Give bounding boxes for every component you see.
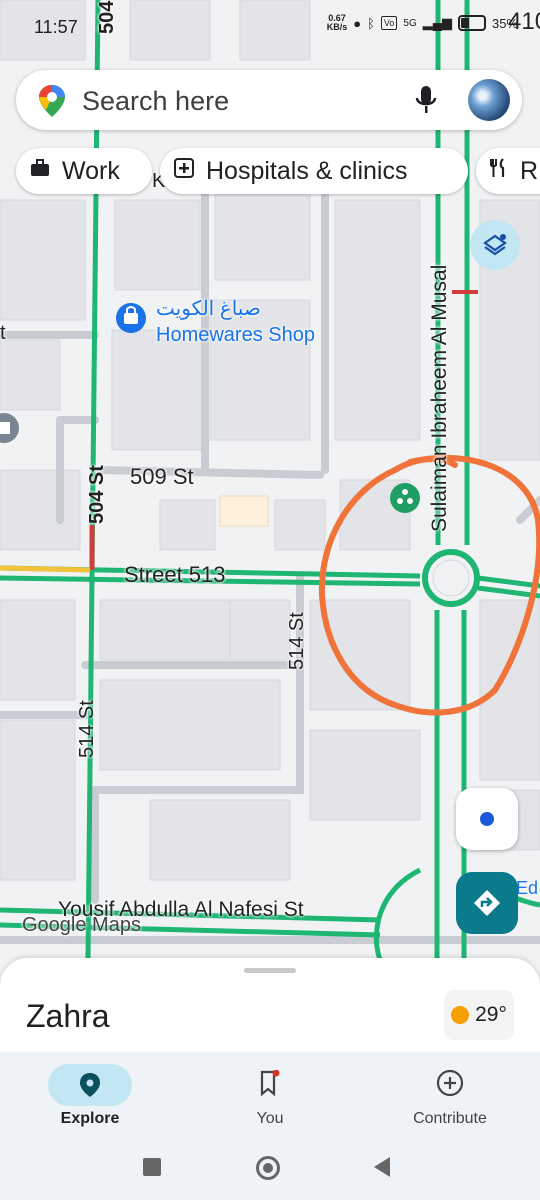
battery-level: 35%: [491, 15, 518, 31]
restaurant-icon: [490, 158, 508, 184]
place-pin-icon[interactable]: [390, 483, 420, 513]
street-label-504: 504 St: [86, 465, 108, 524]
sun-icon: [451, 1006, 470, 1024]
street-label-509: 509 St: [130, 464, 194, 489]
street-label-513: Street 513: [124, 562, 226, 587]
map-label-edge-ed: Ed: [516, 878, 539, 898]
street-label-sulaiman: Sulaiman Ibraheem Al Musal: [428, 264, 451, 532]
shop-pin-icon[interactable]: [116, 303, 146, 333]
layers-button[interactable]: [470, 220, 520, 270]
place-name: Zahra: [26, 998, 110, 1034]
explore-icon: [48, 1064, 132, 1106]
briefcase-icon: [30, 159, 50, 183]
weather-badge[interactable]: 29°: [444, 990, 514, 1040]
battery-icon: [457, 15, 486, 31]
signal-label: 5G: [403, 17, 417, 29]
bottom-sheet[interactable]: Zahra 29°: [0, 958, 540, 1058]
map-label-edge-t: t: [0, 322, 6, 344]
search-bar[interactable]: Search here: [16, 70, 522, 130]
temperature: 29°: [475, 1003, 507, 1026]
sheet-handle[interactable]: [244, 968, 296, 973]
bookmark-icon: [258, 1069, 282, 1101]
chip-hospitals[interactable]: Hospitals & clinics: [160, 148, 468, 194]
chip-restaurants[interactable]: R: [476, 148, 540, 194]
location-icon: ●: [353, 15, 362, 31]
chip-work[interactable]: Work: [16, 148, 152, 194]
maps-pin-icon: [39, 85, 65, 117]
tab-explore[interactable]: Explore: [20, 1060, 160, 1128]
recents-button[interactable]: [143, 1158, 161, 1176]
shop-label-english[interactable]: Homewares Shop: [156, 324, 315, 347]
status-icons: 0.67 KB/s ● ᛒ Vo 5G ▂▄▆ 35%: [327, 14, 518, 32]
shop-label-arabic[interactable]: صباغ الكويت: [156, 296, 261, 321]
bottom-navigation: Explore You Contribute: [0, 1052, 540, 1136]
add-circle-icon: [436, 1069, 464, 1102]
back-button[interactable]: [372, 1156, 392, 1178]
search-placeholder[interactable]: Search here: [82, 86, 229, 117]
volte-icon: Vo: [380, 16, 398, 30]
tab-you[interactable]: You: [200, 1060, 340, 1128]
my-location-icon: [480, 812, 494, 826]
directions-button[interactable]: [456, 872, 518, 934]
layers-icon: [483, 234, 507, 256]
bluetooth-icon: ᛒ: [367, 15, 375, 31]
system-navigation: [0, 1136, 540, 1200]
status-bar: 11:57 0.67 KB/s ● ᛒ Vo 5G ▂▄▆ 35%: [0, 0, 540, 56]
status-time: 11:57: [34, 17, 78, 37]
street-label-514-b: 514 St: [76, 700, 98, 758]
category-chips: Work Hospitals & clinics R: [0, 148, 540, 196]
avatar[interactable]: [468, 79, 510, 121]
tab-contribute[interactable]: Contribute: [380, 1060, 520, 1128]
home-button[interactable]: [256, 1156, 280, 1180]
street-label-514-a: 514 St: [286, 612, 308, 670]
hospital-icon: [174, 158, 194, 184]
net-speed: 0.67 KB/s: [326, 13, 348, 32]
directions-icon: [474, 890, 500, 916]
my-location-button[interactable]: [456, 788, 518, 850]
signal-icon: ▂▄▆: [422, 15, 452, 30]
google-maps-logo: Google Maps: [22, 914, 141, 936]
mic-icon[interactable]: [414, 84, 438, 116]
